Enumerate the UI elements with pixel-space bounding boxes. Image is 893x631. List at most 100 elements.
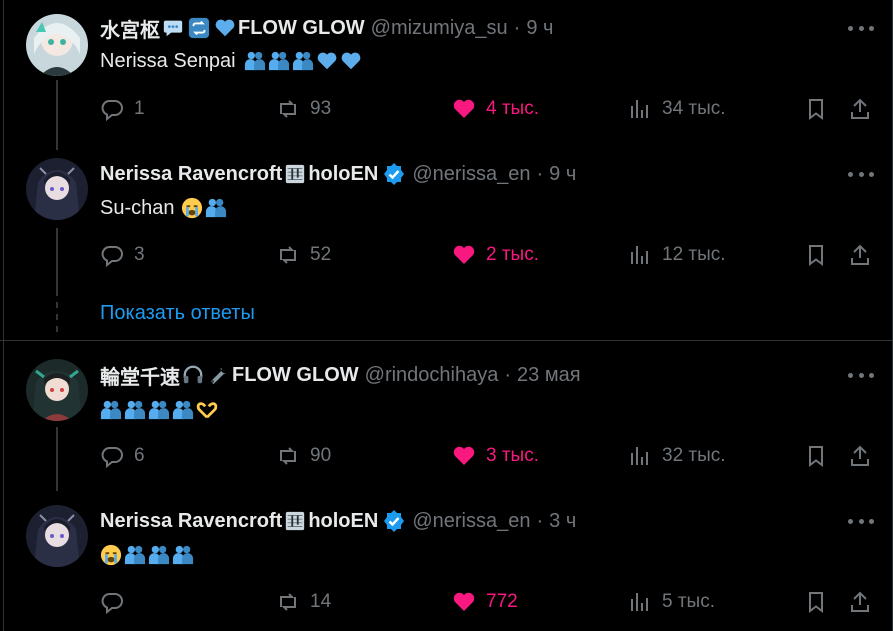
repost-button[interactable]: 90 [276,441,331,471]
tweet-text: Su-chan [100,194,229,222]
avatar[interactable] [26,505,88,567]
reply-button[interactable]: 6 [100,441,145,471]
timeline: 水宮枢 FLOW GLOW @mizumiya_su · 9 ч Nerissa… [0,0,893,631]
repost-icon [280,593,296,611]
more-icon[interactable] [848,164,874,184]
people-hugging-icon [268,51,289,71]
heart-filled-icon [453,592,475,611]
tweet-actions: 6 90 3 тыс. 32 тыс. [100,441,880,471]
bookmark-icon [809,446,823,467]
verified-badge-icon [384,510,405,532]
bookmark-button[interactable] [804,587,838,617]
handle[interactable]: @nerissa_en [412,510,530,533]
repost-icon [280,447,296,465]
reply-button[interactable] [100,587,134,617]
timestamp[interactable]: 3 ч [549,510,576,533]
reply-count: 3 [134,244,145,265]
bookmark-button[interactable] [804,441,838,471]
timestamp[interactable]: 9 ч [549,163,576,186]
more-icon[interactable] [848,18,874,38]
repost-button[interactable]: 52 [276,240,331,270]
display-name[interactable]: 水宮枢 [100,14,160,43]
handle[interactable]: @mizumiya_su [371,17,508,40]
dot-separator: · [536,162,544,185]
display-name-suffix[interactable]: FLOW GLOW [232,364,359,387]
people-hugging-icon [172,400,194,420]
people-hugging-icon [292,51,313,71]
share-icon [851,445,869,466]
repost-button[interactable]: 14 [276,587,331,617]
timestamp[interactable]: 9 ч [526,17,553,40]
views-button[interactable]: 34 тыс. [628,94,726,124]
reply-count: 6 [134,445,145,466]
reply-icon [101,447,123,468]
more-icon[interactable] [848,511,874,531]
dot-separator: · [513,16,521,39]
display-name[interactable]: Nerissa Ravencroft [100,163,282,186]
like-button[interactable]: 3 тыс. [452,441,539,471]
view-count: 12 тыс. [662,244,726,265]
tweet-text-content: Su-chan [100,196,175,219]
speech-bubble-icon [162,17,186,39]
people-hugging-icon [148,400,170,420]
analytics-icon [631,593,648,611]
more-icon[interactable] [848,365,874,385]
like-button[interactable]: 2 тыс. [452,240,539,270]
blue-heart-icon [317,52,336,70]
avatar[interactable] [26,359,88,421]
views-button[interactable]: 12 тыс. [628,240,726,270]
repost-button[interactable]: 93 [276,94,331,124]
heart-hands-icon [196,402,218,419]
heart-filled-icon [453,245,475,264]
show-replies-link[interactable]: Показать ответы [100,302,255,325]
repost-icon [280,246,296,264]
tweet-header: 輪堂千速 FLOW GLOW @rindochihaya · 23 мая [100,361,581,390]
share-button[interactable] [848,441,882,471]
share-button[interactable] [848,240,882,270]
tweet-nerissa-reply-2[interactable]: Nerissa Ravencroft holoEN @nerissa_en · … [0,491,892,631]
bookmark-icon [809,245,823,266]
tweet-text [100,396,220,424]
reply-button[interactable]: 1 [100,94,145,124]
sheet-music-icon [284,510,308,532]
repost-count: 90 [310,445,332,466]
views-button[interactable]: 5 тыс. [628,587,715,617]
tweet-header: 水宮枢 FLOW GLOW @mizumiya_su · 9 ч [100,14,553,43]
handle[interactable]: @rindochihaya [365,364,499,387]
people-hugging-icon [148,545,170,565]
reply-count: 1 [134,98,145,119]
display-name-suffix[interactable]: FLOW GLOW [238,17,365,40]
thread-line [56,80,58,150]
bookmark-button[interactable] [804,94,838,124]
bookmark-button[interactable] [804,240,838,270]
display-name-suffix[interactable]: holoEN [308,510,378,533]
avatar[interactable] [26,14,88,76]
tweet-header: Nerissa Ravencroft holoEN @nerissa_en · … [100,509,576,533]
reply-icon [101,100,123,121]
like-button[interactable]: 772 [452,587,518,617]
tweet-rindochihaya[interactable]: 輪堂千速 FLOW GLOW @rindochihaya · 23 мая 6 [0,341,892,491]
display-name[interactable]: 輪堂千速 [100,361,180,390]
dot-separator: · [504,363,512,386]
share-button[interactable] [848,94,882,124]
handle[interactable]: @nerissa_en [412,163,530,186]
timestamp[interactable]: 23 мая [517,364,581,387]
thread-continuation [56,302,58,338]
thread-line [56,228,58,296]
tweet-text [100,541,196,569]
repost-count: 52 [310,244,332,265]
reply-button[interactable]: 3 [100,240,145,270]
views-button[interactable]: 32 тыс. [628,441,726,471]
like-button[interactable]: 4 тыс. [452,94,539,124]
tweet-mizumiya[interactable]: 水宮枢 FLOW GLOW @mizumiya_su · 9 ч Nerissa… [0,0,892,150]
people-hugging-icon [205,198,226,218]
avatar[interactable] [26,158,88,220]
display-name[interactable]: Nerissa Ravencroft [100,510,282,533]
display-name-suffix[interactable]: holoEN [308,163,378,186]
tweet-actions: 3 52 2 тыс. 12 тыс. [100,240,880,270]
blue-heart-icon [214,17,238,39]
like-count: 2 тыс. [486,244,539,265]
share-button[interactable] [848,587,882,617]
analytics-icon [631,246,648,264]
verified-badge-icon [384,163,405,185]
